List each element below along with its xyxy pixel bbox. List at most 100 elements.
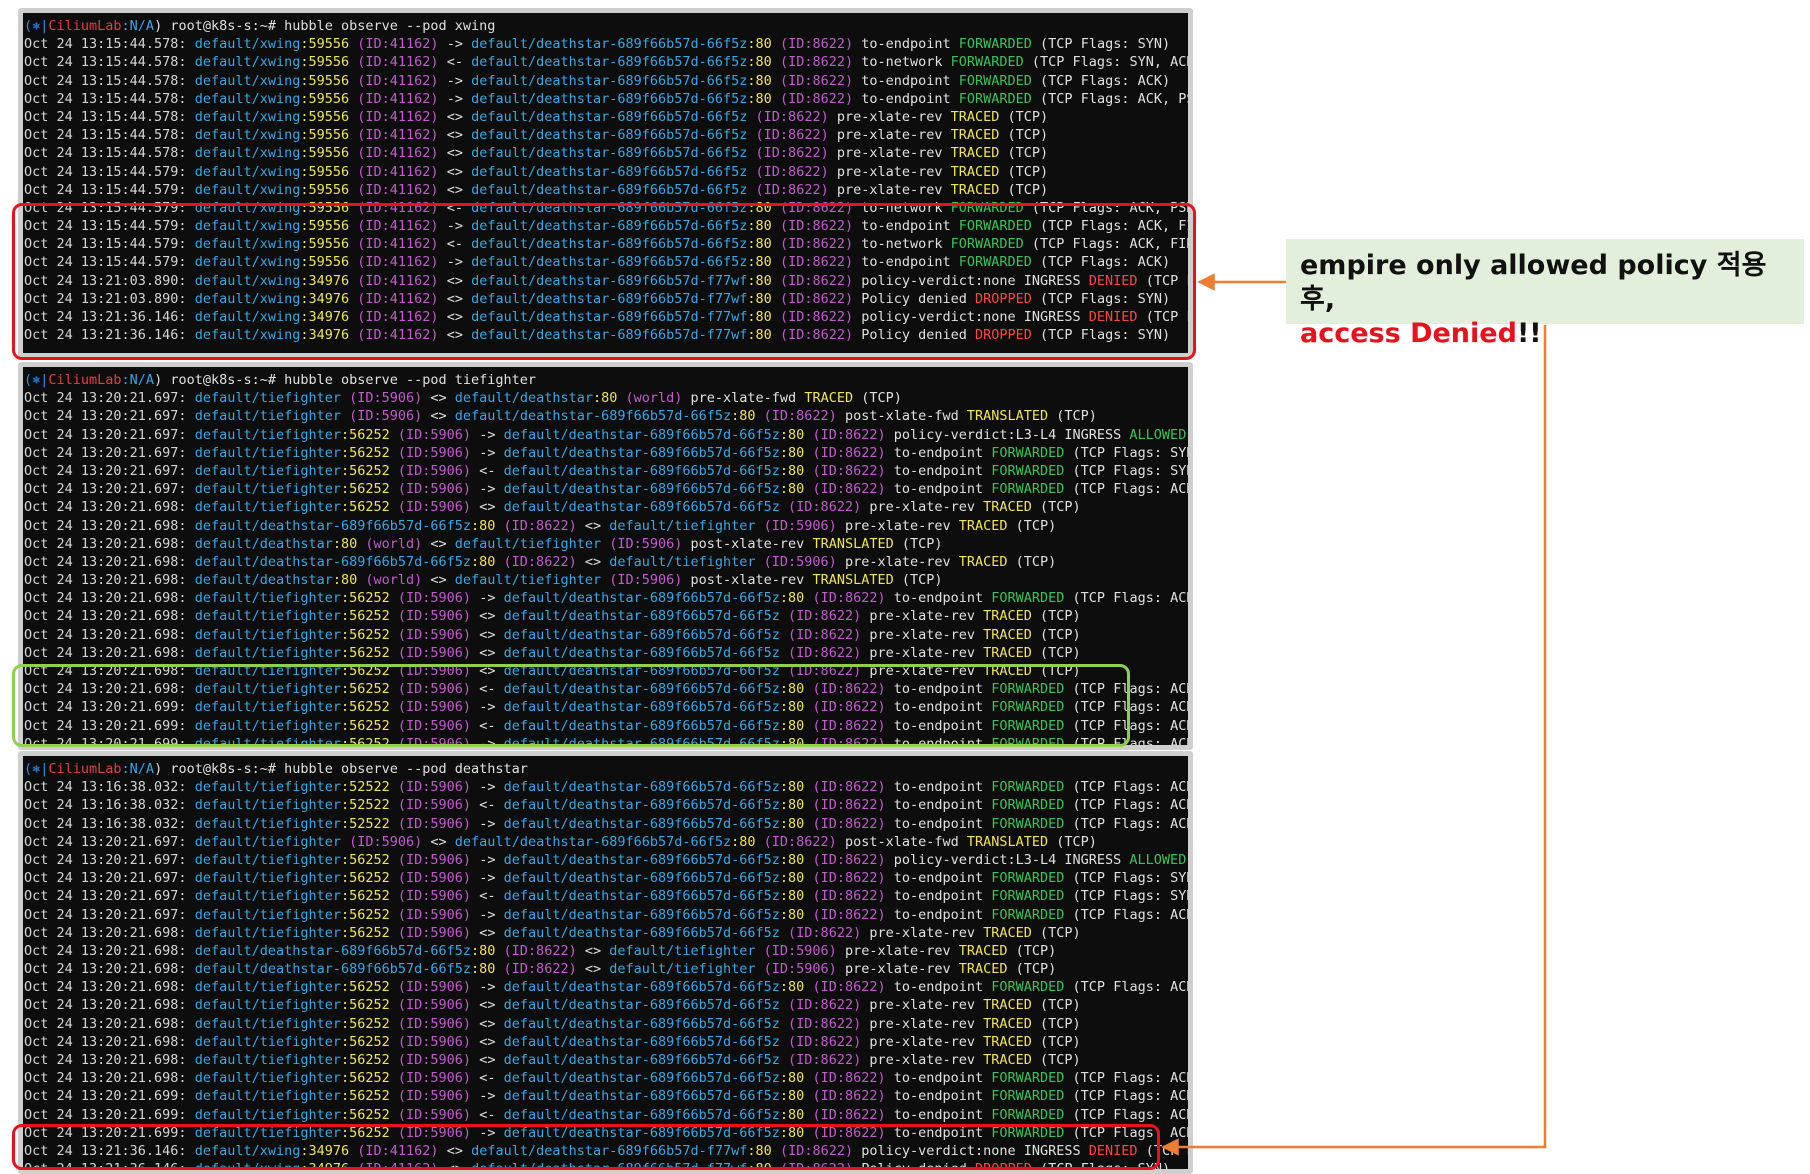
log-destination: default/deathstar-689f66b57d-f77wf (471, 1161, 748, 1174)
log-source: default/xwing (194, 108, 301, 125)
log-destination-id: (ID:8622) (747, 145, 837, 162)
log-source-port: :59556 (300, 72, 350, 89)
log-flags: (TCP Flags: ACK, PSH) (1031, 90, 1193, 107)
log-flags: (TCP Flags: SYN, ACK) (1023, 54, 1193, 71)
log-destination: default/deathstar-689f66b57d-66f5z (503, 590, 780, 607)
log-flags: (TCP Flags: ACK, PSH) (1072, 681, 1188, 698)
log-flags: (TCP Flags: ACK) (1064, 815, 1193, 832)
log-source: default/xwing (194, 236, 301, 253)
log-line: Oct 24 13:20:21.699: default/tiefighter:… (23, 735, 1188, 745)
log-line: Oct 24 13:20:21.699: default/tiefighter:… (23, 698, 1188, 716)
log-flags: (TCP Flags: SYN) (1186, 852, 1188, 868)
log-direction: <> (479, 644, 504, 661)
log-destination-port: :80 (779, 590, 805, 607)
log-destination: default/deathstar-689f66b57d-f77wf (471, 1142, 748, 1159)
log-source: default/deathstar-689f66b57d-66f5z (194, 517, 472, 534)
log-flags: (TCP) (853, 390, 902, 407)
log-direction: <> (446, 272, 472, 289)
log-timestamp: Oct 24 13:20:21.698: (24, 572, 195, 589)
log-source: default/xwing (194, 145, 301, 162)
log-flags: (TCP) (1048, 833, 1097, 850)
log-direction: <> (479, 608, 504, 625)
log-verdict: FORWARDED (991, 888, 1065, 905)
log-destination-id: (ID:8622) (771, 90, 862, 107)
log-destination-id: (ID:8622) (771, 54, 862, 71)
log-destination-port: :80 (747, 199, 772, 216)
terminal-prompt: (⎈|CiliumLab:N/A) root@k8s-s:~# hubble o… (23, 17, 1188, 35)
log-destination: default/deathstar-689f66b57d-66f5z (471, 90, 748, 107)
log-source-port: :56252 (341, 717, 390, 734)
log-flags: (TCP Flags: ACK, PSH) (1072, 1070, 1188, 1087)
log-source: default/deathstar (194, 572, 333, 589)
log-destination-id: (ID:8622) (804, 1124, 894, 1141)
log-direction: <> (584, 553, 610, 570)
log-destination-id: (ID:8622) (804, 462, 894, 479)
log-flags: (TCP Flags: ACK, FIN) (1072, 1088, 1188, 1105)
log-destination-port: :80 (747, 1161, 772, 1174)
terminal-xwing[interactable]: (⎈|CiliumLab:N/A) root@k8s-s:~# hubble o… (18, 8, 1193, 358)
log-source: default/tiefighter (194, 888, 341, 905)
log-source-id: (ID:5906) (389, 851, 480, 868)
log-source-id: (ID:5906) (389, 626, 480, 643)
log-source-id: (ID:41162) (349, 272, 447, 289)
log-direction: <- (446, 236, 472, 253)
log-direction: -> (479, 444, 504, 461)
log-source: default/xwing (194, 309, 301, 325)
log-line: Oct 24 13:20:21.697: default/tiefighter … (23, 407, 1188, 425)
log-observation-point: pre-xlate-rev (836, 181, 951, 198)
log-destination: default/deathstar-689f66b57d-66f5z (503, 924, 780, 941)
log-flags: (TCP Flags: SYN) (1145, 1142, 1188, 1159)
log-destination-port: :80 (779, 462, 805, 479)
log-source-id: (ID:5906) (389, 644, 480, 661)
log-flags: (TCP Flags: ACK) (1064, 1124, 1193, 1141)
log-observation-point: policy-verdict:L3-L4 INGRESS (893, 426, 1130, 443)
log-destination: default/deathstar-689f66b57d-66f5z (503, 1033, 780, 1050)
log-observation-point: post-xlate-rev (690, 572, 813, 589)
log-line: Oct 24 13:21:03.890: default/xwing:34976… (23, 272, 1188, 290)
log-verdict: FORWARDED (958, 218, 1032, 235)
log-destination: default/deathstar-689f66b57d-66f5z (503, 997, 780, 1014)
log-source: default/xwing (194, 254, 301, 271)
log-destination-id: (ID:5906) (755, 942, 845, 959)
log-verdict: DENIED (1088, 1142, 1138, 1159)
log-source-id: (ID:41162) (349, 254, 447, 271)
log-source-port: :56252 (341, 1106, 390, 1123)
log-source-id: (ID:41162) (349, 290, 447, 307)
log-destination: default/tiefighter (454, 572, 602, 589)
log-observation-point: policy-verdict:none INGRESS (861, 1142, 1089, 1159)
log-destination-id: (ID:8622) (804, 426, 894, 443)
log-timestamp: Oct 24 13:20:21.698: (24, 942, 195, 959)
log-source: default/xwing (194, 272, 301, 289)
log-flags: (TCP Flags: SYN) (1031, 1161, 1171, 1174)
log-source: default/tiefighter (194, 481, 341, 498)
log-source-port: :56252 (341, 1033, 390, 1050)
terminal-tiefighter[interactable]: (⎈|CiliumLab:N/A) root@k8s-s:~# hubble o… (18, 362, 1193, 750)
log-source-id: (ID:5906) (389, 699, 480, 716)
log-observation-point: pre-xlate-rev (844, 517, 959, 534)
log-source-id: (ID:41162) (349, 54, 447, 71)
log-destination-port: :80 (779, 481, 805, 498)
log-source: default/deathstar-689f66b57d-66f5z (194, 553, 472, 570)
log-flags: (TCP) (1007, 517, 1057, 534)
log-timestamp: Oct 24 13:15:44.578: (24, 72, 195, 89)
log-timestamp: Oct 24 13:15:44.578: (24, 127, 195, 144)
terminal-deathstar[interactable]: (⎈|CiliumLab:N/A) root@k8s-s:~# hubble o… (18, 751, 1193, 1174)
log-source-id: (ID:5906) (389, 1088, 480, 1105)
log-timestamp: Oct 24 13:20:21.699: (24, 699, 195, 716)
log-observation-point: Policy denied (861, 327, 976, 344)
log-verdict: FORWARDED (991, 979, 1065, 996)
log-verdict: TRANSLATED (812, 535, 894, 552)
log-source-port: :56252 (341, 851, 390, 868)
log-timestamp: Oct 24 13:15:44.579: (24, 163, 195, 180)
log-timestamp: Oct 24 13:21:03.890: (24, 290, 195, 307)
log-verdict: DENIED (1088, 272, 1138, 289)
log-source-id: (ID:5906) (389, 979, 480, 996)
log-source: default/tiefighter (194, 815, 341, 832)
log-destination-id: (ID:5906) (755, 517, 845, 534)
log-source: default/tiefighter (194, 626, 341, 643)
log-source-id: (ID:5906) (389, 717, 480, 734)
log-flags: (TCP Flags: ACK) (1064, 481, 1193, 498)
log-timestamp: Oct 24 13:20:21.698: (24, 997, 195, 1014)
log-source: default/tiefighter (194, 979, 341, 996)
log-direction: <- (479, 1070, 504, 1087)
